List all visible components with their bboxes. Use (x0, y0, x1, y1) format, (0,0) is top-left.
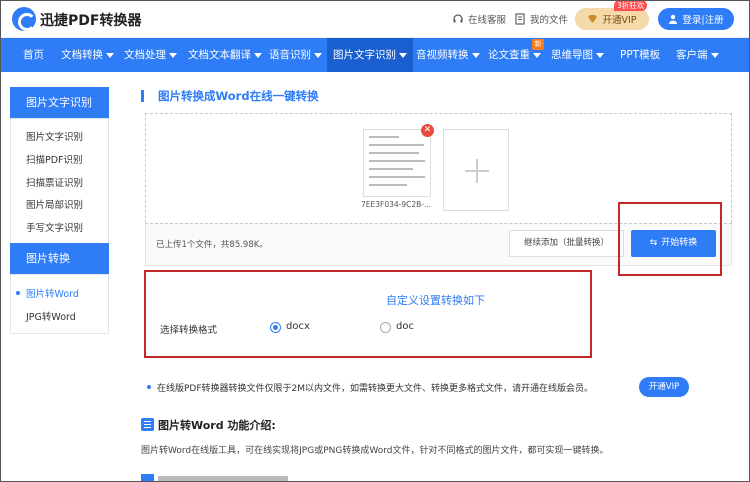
nav-client-label: 客户端 (676, 49, 708, 61)
nav-client[interactable]: 客户端 (676, 38, 719, 72)
nav-doc-translate-label: 文档文本翻译 (188, 49, 251, 61)
sidebar-item-jpg-to-word[interactable]: JPG转Word (26, 309, 76, 323)
sidebar-group-image-convert (10, 274, 109, 334)
cutoff-text-block (158, 476, 288, 482)
thumb-line (369, 160, 425, 162)
caret-down-icon (106, 52, 114, 58)
section-icon (141, 474, 154, 482)
caret-down-icon (533, 52, 541, 58)
next-section-title-cutoff (141, 474, 301, 482)
nav-image-ocr[interactable]: 图片文字识别 (327, 38, 413, 72)
size-limit-note: 在线版PDF转换器转换文件仅限于2M以内文件，如需转换更大文件、转换更多格式文件… (157, 384, 594, 394)
intro-text: 图片转Word在线版工具，可在线实现将JPG或PNG转换成Word文件，针对不同… (141, 446, 609, 456)
nav-doc-process[interactable]: 文档处理 (124, 38, 177, 72)
nav-paper-check-label: 论文查重 (488, 49, 530, 61)
nav-doc-convert-label: 文档转换 (61, 49, 103, 61)
radio-docx-label[interactable]: docx (286, 321, 310, 332)
nav-home-label: 首页 (23, 49, 44, 61)
active-indicator (16, 291, 20, 295)
caret-down-icon (710, 52, 719, 58)
title-accent (141, 90, 144, 102)
sidebar-item-scan-pdf[interactable]: 扫描PDF识别 (26, 152, 83, 166)
caret-down-icon (169, 52, 177, 58)
nav-mindmap-label: 思维导图 (551, 49, 593, 61)
headset-icon (453, 14, 463, 23)
customer-service-link[interactable]: 在线客服 (452, 12, 506, 26)
radio-docx[interactable] (270, 322, 281, 333)
sidebar-group-image-convert-title: 图片转换 (10, 243, 109, 274)
format-label: 选择转换格式 (160, 325, 218, 336)
nav-ppt-template[interactable]: PPT模板 (620, 38, 660, 72)
sidebar-item-handwriting[interactable]: 手写文字识别 (26, 220, 83, 234)
user-icon (669, 14, 678, 24)
login-register-label: 登录|注册 (682, 15, 724, 26)
thumb-line (369, 168, 413, 170)
sidebar-item-scan-ticket[interactable]: 扫描票证识别 (26, 175, 83, 189)
sidebar-group-ocr-title: 图片文字识别 (10, 87, 109, 118)
thumb-line (369, 152, 419, 154)
open-vip-label: 开通VIP (602, 15, 637, 26)
note-bullet (147, 385, 151, 389)
brand-name[interactable]: 迅捷PDF转换器 (40, 10, 141, 30)
brand-logo-icon[interactable] (12, 7, 36, 31)
my-files-link[interactable]: 我的文件 (514, 12, 568, 26)
main-nav: 首页 文档转换 文档处理 文档文本翻译 语音识别 图片文字识别 音视频转换 论文… (0, 38, 750, 72)
nav-doc-process-label: 文档处理 (124, 49, 166, 61)
caret-down-icon (314, 52, 322, 58)
caret-down-icon (399, 52, 407, 58)
top-header: 迅捷PDF转换器 在线客服 我的文件 开通VIP 3折狂欢 登录|注册 (0, 0, 750, 38)
login-register-button[interactable]: 登录|注册 (658, 8, 734, 30)
uploaded-file-name: 7EE3F034-9C2B-... (361, 200, 432, 209)
intro-title: 图片转Word 功能介绍: (158, 419, 276, 432)
customer-service-label: 在线客服 (468, 15, 507, 26)
remove-file-icon[interactable]: ✕ (421, 124, 434, 137)
caret-down-icon (471, 52, 480, 58)
highlight-settings-box (144, 270, 592, 358)
radio-doc-label[interactable]: doc (396, 321, 414, 332)
continue-add-button[interactable]: 继续添加（批量转换） (509, 230, 624, 257)
intro-list-icon (141, 418, 154, 431)
caret-down-icon (254, 52, 262, 58)
sidebar-item-image-ocr[interactable]: 图片文字识别 (26, 129, 83, 143)
radio-doc[interactable] (380, 322, 391, 333)
nav-speech-recog-label: 语音识别 (269, 49, 311, 61)
nav-home[interactable]: 首页 (23, 38, 44, 72)
thumb-line (369, 184, 407, 186)
promo-badge: 3折狂欢 (614, 0, 648, 11)
open-vip-button[interactable]: 开通VIP (575, 8, 649, 30)
thumb-line (369, 136, 399, 138)
custom-settings-title: 自定义设置转换如下 (386, 294, 485, 307)
upload-status: 已上传1个文件，共85.98K。 (156, 240, 268, 250)
document-icon (515, 13, 525, 25)
caret-down-icon (596, 52, 604, 58)
add-file-button[interactable] (443, 129, 509, 211)
sidebar-item-partial-ocr[interactable]: 图片局部识别 (26, 197, 83, 211)
sidebar-item-image-to-word[interactable]: 图片转Word (26, 286, 79, 300)
new-badge: 新 (532, 39, 544, 50)
uploaded-file-thumbnail[interactable] (363, 129, 431, 197)
highlight-start-box (618, 202, 722, 276)
page-title: 图片转换成Word在线一键转换 (158, 89, 319, 103)
nav-speech-recog[interactable]: 语音识别 (269, 38, 322, 72)
nav-ppt-template-label: PPT模板 (620, 49, 661, 61)
note-open-vip-button[interactable]: 开通VIP (639, 377, 689, 397)
nav-doc-translate[interactable]: 文档文本翻译 (188, 38, 262, 72)
thumb-line (369, 144, 424, 146)
diamond-icon (588, 15, 598, 23)
nav-av-convert[interactable]: 音视频转换 (416, 38, 480, 72)
nav-mindmap[interactable]: 思维导图 (551, 38, 604, 72)
nav-doc-convert[interactable]: 文档转换 (61, 38, 114, 72)
nav-image-ocr-label: 图片文字识别 (333, 49, 396, 61)
thumb-line (369, 176, 425, 178)
nav-av-convert-label: 音视频转换 (416, 49, 469, 61)
my-files-label: 我的文件 (530, 15, 569, 26)
